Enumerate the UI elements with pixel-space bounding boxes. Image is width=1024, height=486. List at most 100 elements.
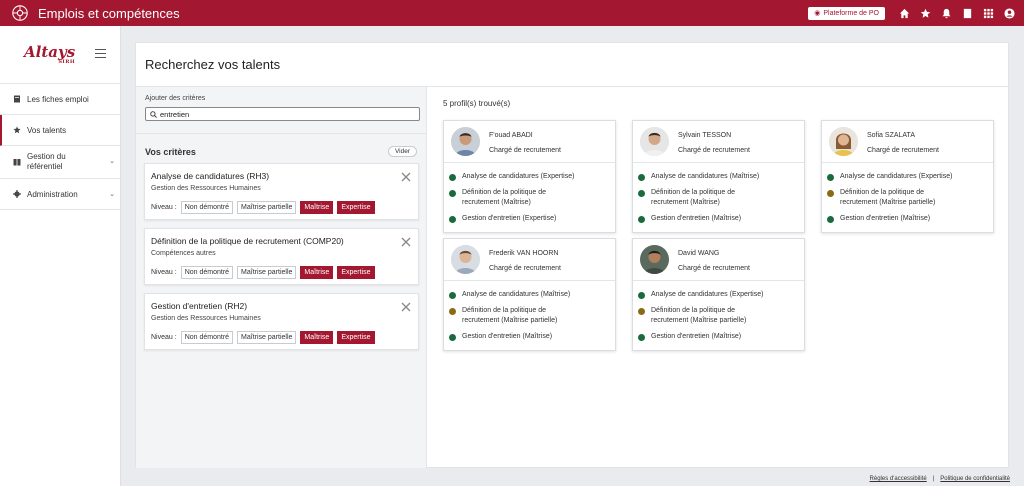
criteria-card: Définition de la politique de recrutemen… — [144, 228, 419, 285]
location-pin-icon: ◉ — [814, 10, 821, 17]
profile-card[interactable]: Frederik VAN HOORN Chargé de recrutement… — [443, 238, 616, 351]
sidebar-item-label-line2: référentiel — [27, 162, 63, 171]
skill-item: Gestion d'entretien (Maîtrise) — [449, 332, 615, 342]
avatar — [640, 127, 669, 156]
status-dot-icon — [827, 173, 834, 181]
sidebar-header: Altays SIRH — [0, 26, 120, 84]
criteria-title: Définition de la politique de recrutemen… — [151, 236, 344, 246]
add-criteria-label: Ajouter des critères — [145, 95, 206, 102]
level-maitrise-partielle[interactable]: Maîtrise partielle — [237, 266, 297, 279]
profile-header: David WANG Chargé de recrutement — [633, 239, 804, 281]
criteria-subtitle: Gestion des Ressources Humaines — [151, 315, 261, 322]
book-icon[interactable] — [961, 7, 973, 19]
skill-item: Définition de la politique de recrutement… — [638, 188, 804, 208]
sidebar-item-administration[interactable]: Administration ⌄ — [0, 179, 120, 210]
app-logo-icon — [10, 3, 30, 23]
criteria-search-input[interactable]: entretien — [145, 107, 420, 121]
level-maitrise-partielle[interactable]: Maîtrise partielle — [237, 201, 297, 214]
level-maitrise[interactable]: Maîtrise — [300, 201, 334, 214]
criteria-title: Analyse de candidatures (RH3) — [151, 171, 270, 181]
skill-line1: Gestion d'entretien (Maîtrise) — [651, 215, 742, 222]
criteria-subtitle: Gestion des Ressources Humaines — [151, 185, 261, 192]
niveau-label: Niveau : — [151, 204, 177, 211]
skill-line1: Analyse de candidatures (Maîtrise) — [462, 291, 571, 298]
status-dot-icon — [638, 333, 645, 341]
platform-selector-button[interactable]: ◉ Plateforme de PO — [808, 6, 885, 20]
profile-card[interactable]: Sylvain TESSON Chargé de recrutement Ana… — [632, 120, 805, 233]
profile-header: Sylvain TESSON Chargé de recrutement — [633, 121, 804, 163]
level-selector: Niveau : Non démontré Maîtrise partielle… — [151, 266, 375, 279]
brand-name: Altays — [24, 42, 76, 61]
profile-header: Frederik VAN HOORN Chargé de recrutement — [444, 239, 615, 281]
profile-role: Chargé de recrutement — [489, 265, 561, 272]
level-expertise[interactable]: Expertise — [337, 266, 375, 279]
profile-card[interactable]: David WANG Chargé de recrutement Analyse… — [632, 238, 805, 351]
level-maitrise[interactable]: Maîtrise — [300, 331, 334, 344]
skill-line1: Définition de la politique de — [462, 189, 547, 196]
status-dot-icon — [449, 333, 456, 341]
skill-line1: Définition de la politique de — [651, 307, 736, 314]
sidebar-item-label: Administration — [27, 189, 78, 199]
skill-item: Analyse de candidatures (Maîtrise) — [449, 290, 615, 300]
status-dot-icon — [827, 189, 834, 197]
profile-name: Frederik VAN HOORN — [489, 250, 559, 257]
profile-card[interactable]: F'ouad ABADI Chargé de recrutement Analy… — [443, 120, 616, 233]
favorites-star-icon[interactable] — [919, 7, 931, 19]
app-title: Emplois et compétences — [38, 5, 180, 21]
close-icon[interactable] — [401, 169, 411, 182]
home-icon[interactable] — [898, 7, 910, 19]
accessibility-link[interactable]: Règles d'accessibilité — [870, 476, 927, 482]
profile-header: Sofia SZALATA Chargé de recrutement — [822, 121, 993, 163]
profile-name: David WANG — [678, 250, 720, 257]
profile-name: F'ouad ABADI — [489, 132, 533, 139]
skill-line1: Analyse de candidatures (Maîtrise) — [651, 173, 760, 180]
skill-list: Analyse de candidatures (Maîtrise) Défin… — [444, 281, 615, 342]
sidebar-item-gestion-referentiel[interactable]: Gestion du référentiel ⌄ — [0, 146, 120, 179]
user-account-icon[interactable] — [1003, 7, 1015, 19]
skill-label: Analyse de candidatures (Expertise) — [651, 290, 763, 300]
apps-grid-icon[interactable] — [982, 7, 994, 19]
status-dot-icon — [638, 291, 645, 299]
skill-item: Gestion d'entretien (Maîtrise) — [638, 214, 804, 224]
results-count: 5 profil(s) trouvé(s) — [443, 99, 511, 108]
footer: Règles d'accessibilité | Politique de co… — [870, 476, 1010, 482]
status-dot-icon — [449, 291, 456, 299]
skill-label: Gestion d'entretien (Maîtrise) — [651, 214, 741, 224]
status-dot-icon — [449, 215, 456, 223]
top-bar: Emplois et compétences ◉ Plateforme de P… — [0, 0, 1024, 26]
level-non-demontre[interactable]: Non démontré — [180, 266, 234, 279]
level-expertise[interactable]: Expertise — [337, 201, 375, 214]
skill-line2: recrutement (Maîtrise partielle) — [840, 199, 936, 206]
skill-item: Définition de la politique de recrutement… — [449, 188, 615, 208]
skill-label: Analyse de candidatures (Expertise) — [840, 172, 952, 182]
criteria-card: Gestion d'entretien (RH2) Gestion des Re… — [144, 293, 419, 350]
sidebar-item-vos-talents[interactable]: Vos talents — [0, 115, 120, 146]
avatar — [451, 127, 480, 156]
status-dot-icon — [638, 173, 645, 181]
level-maitrise[interactable]: Maîtrise — [300, 266, 334, 279]
skill-list: Analyse de candidatures (Expertise) Défi… — [633, 281, 804, 342]
brand-logo[interactable]: Altays SIRH — [24, 42, 76, 65]
level-non-demontre[interactable]: Non démontré — [180, 201, 234, 214]
level-expertise[interactable]: Expertise — [337, 331, 375, 344]
skill-label: Définition de la politique de recrutement… — [462, 188, 546, 208]
skill-label: Définition de la politique de recrutement… — [462, 306, 557, 326]
menu-toggle-icon[interactable] — [95, 49, 106, 58]
skill-line1: Gestion d'entretien (Maîtrise) — [840, 215, 931, 222]
sidebar-item-fiches-emploi[interactable]: Les fiches emploi — [0, 84, 120, 115]
page-header: Recherchez vos talents — [136, 43, 1008, 87]
close-icon[interactable] — [401, 299, 411, 312]
skill-list: Analyse de candidatures (Expertise) Défi… — [822, 163, 993, 224]
status-dot-icon — [827, 215, 834, 223]
skill-label: Définition de la politique de recrutement… — [651, 188, 735, 208]
close-icon[interactable] — [401, 234, 411, 247]
notifications-bell-icon[interactable] — [940, 7, 952, 19]
level-non-demontre[interactable]: Non démontré — [180, 331, 234, 344]
status-dot-icon — [449, 189, 456, 197]
level-maitrise-partielle[interactable]: Maîtrise partielle — [237, 331, 297, 344]
skill-list: Analyse de candidatures (Maîtrise) Défin… — [633, 163, 804, 224]
privacy-link[interactable]: Politique de confidentialité — [940, 476, 1010, 482]
profile-card[interactable]: Sofia SZALATA Chargé de recrutement Anal… — [821, 120, 994, 233]
vider-button[interactable]: Vider — [387, 146, 417, 157]
search-icon — [150, 110, 157, 118]
